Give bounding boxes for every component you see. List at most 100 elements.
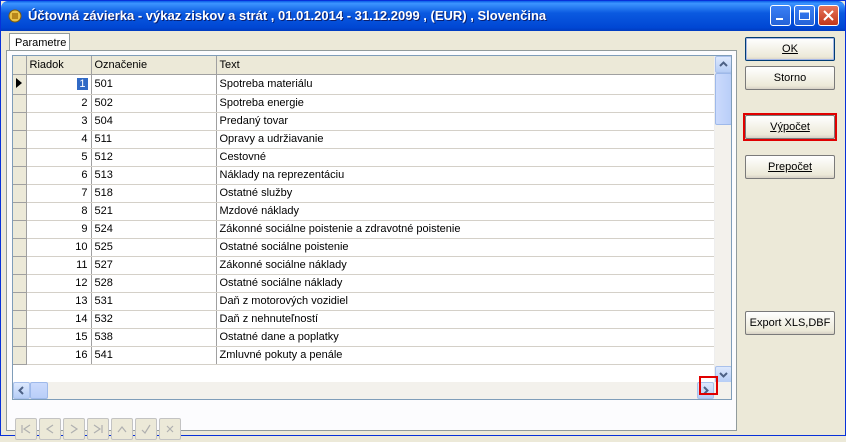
table-row[interactable]: 12 528 Ostatné sociálne náklady [13,274,717,293]
cell-text[interactable]: Predaný tovar [216,112,717,131]
table-row[interactable]: 1 501 Spotreba materiálu [13,74,717,95]
cell-oznacenie[interactable]: 518 [91,184,217,203]
cell-oznacenie[interactable]: 524 [91,220,217,239]
table-row[interactable]: 14 532 Daň z nehnuteľností [13,310,717,329]
cell-oznacenie[interactable]: 528 [91,274,217,293]
cell-riadok[interactable]: 11 [26,256,92,275]
maximize-button[interactable] [794,5,815,26]
table-row[interactable]: 8 521 Mzdové náklady [13,202,717,221]
nav-post-button[interactable] [135,418,157,440]
row-indicator[interactable] [13,274,27,293]
prepocet-button[interactable]: Prepočet [745,155,835,179]
cell-riadok[interactable]: 4 [26,130,92,149]
row-indicator[interactable] [13,346,27,365]
cell-oznacenie[interactable]: 538 [91,328,217,347]
cell-oznacenie[interactable]: 527 [91,256,217,275]
cell-riadok[interactable]: 3 [26,112,92,131]
cell-riadok[interactable]: 8 [26,202,92,221]
cell-text[interactable]: Daň z motorových vozidiel [216,292,717,311]
tab-parametre[interactable]: Parametre [9,33,70,51]
column-header-text[interactable]: Text [216,56,717,75]
cell-riadok[interactable]: 15 [26,328,92,347]
row-indicator[interactable] [13,310,27,329]
minimize-button[interactable] [770,5,791,26]
cell-text[interactable]: Cestovné [216,148,717,167]
cell-riadok[interactable]: 9 [26,220,92,239]
cell-text[interactable]: Náklady na reprezentáciu [216,166,717,185]
nav-prior-button[interactable] [39,418,61,440]
cell-text[interactable]: Ostatné dane a poplatky [216,328,717,347]
cell-oznacenie[interactable]: 532 [91,310,217,329]
nav-next-button[interactable] [63,418,85,440]
row-indicator[interactable] [13,130,27,149]
cell-riadok[interactable]: 6 [26,166,92,185]
cell-oznacenie[interactable]: 513 [91,166,217,185]
row-indicator[interactable] [13,74,27,95]
title-bar[interactable]: Účtovná závierka - výkaz ziskov a strát … [1,1,845,31]
row-indicator[interactable] [13,112,27,131]
table-row[interactable]: 4 511 Opravy a udržiavanie [13,130,717,149]
cell-riadok[interactable]: 16 [26,346,92,365]
cell-text[interactable]: Zákonné sociálne náklady [216,256,717,275]
cell-oznacenie[interactable]: 521 [91,202,217,221]
nav-first-button[interactable] [15,418,37,440]
cell-oznacenie[interactable]: 502 [91,94,217,113]
vertical-scrollbar[interactable] [714,56,731,383]
row-indicator[interactable] [13,292,27,311]
cell-text[interactable]: Ostatné sociálne náklady [216,274,717,293]
scroll-up-button[interactable] [715,56,731,73]
cell-riadok[interactable]: 13 [26,292,92,311]
table-row[interactable]: 7 518 Ostatné služby [13,184,717,203]
cell-riadok[interactable]: 12 [26,274,92,293]
cell-oznacenie[interactable]: 525 [91,238,217,257]
export-xls-dbf-button[interactable]: Export XLS,DBF [745,311,835,335]
cell-oznacenie[interactable]: 504 [91,112,217,131]
row-indicator[interactable] [13,148,27,167]
row-indicator[interactable] [13,256,27,275]
cell-oznacenie[interactable]: 501 [91,74,217,95]
vertical-scroll-thumb[interactable] [715,73,731,125]
nav-cancel-button[interactable] [159,418,181,440]
cell-text[interactable]: Opravy a udržiavanie [216,130,717,149]
row-indicator[interactable] [13,238,27,257]
cell-oznacenie[interactable]: 531 [91,292,217,311]
table-row[interactable]: 15 538 Ostatné dane a poplatky [13,328,717,347]
cell-text[interactable]: Ostatné služby [216,184,717,203]
row-indicator[interactable] [13,328,27,347]
row-indicator[interactable] [13,220,27,239]
cell-riadok[interactable]: 7 [26,184,92,203]
cell-oznacenie[interactable]: 541 [91,346,217,365]
cell-riadok[interactable]: 14 [26,310,92,329]
column-header-oznacenie[interactable]: Označenie [91,56,217,75]
cell-text[interactable]: Spotreba materiálu [216,74,717,95]
cell-riadok[interactable]: 1 [26,74,92,95]
cell-oznacenie[interactable]: 512 [91,148,217,167]
table-row[interactable]: 6 513 Náklady na reprezentáciu [13,166,717,185]
row-indicator[interactable] [13,166,27,185]
row-indicator[interactable] [13,184,27,203]
horizontal-scrollbar[interactable] [13,382,731,399]
cell-riadok[interactable]: 2 [26,94,92,113]
row-indicator[interactable] [13,202,27,221]
cell-oznacenie[interactable]: 511 [91,130,217,149]
table-row[interactable]: 5 512 Cestovné [13,148,717,167]
cell-text[interactable]: Zákonné sociálne poistenie a zdravotné p… [216,220,717,239]
storno-button[interactable]: Storno [745,66,835,90]
cell-riadok[interactable]: 10 [26,238,92,257]
nav-last-button[interactable] [87,418,109,440]
table-row[interactable]: 16 541 Zmluvné pokuty a penále [13,346,717,365]
table-row[interactable]: 11 527 Zákonné sociálne náklady [13,256,717,275]
table-row[interactable]: 9 524 Zákonné sociálne poistenie a zdravot… [13,220,717,239]
cell-text[interactable]: Spotreba energie [216,94,717,113]
table-row[interactable]: 2 502 Spotreba energie [13,94,717,113]
cell-text[interactable]: Daň z nehnuteľností [216,310,717,329]
cell-text[interactable]: Ostatné sociálne poistenie [216,238,717,257]
cell-riadok[interactable]: 5 [26,148,92,167]
ok-button[interactable]: OK [745,37,835,61]
nav-insert-button[interactable] [111,418,133,440]
cell-text[interactable]: Zmluvné pokuty a penále [216,346,717,365]
close-button[interactable] [818,5,839,26]
cell-text[interactable]: Mzdové náklady [216,202,717,221]
horizontal-scroll-thumb[interactable] [30,382,48,399]
table-row[interactable]: 10 525 Ostatné sociálne poistenie [13,238,717,257]
